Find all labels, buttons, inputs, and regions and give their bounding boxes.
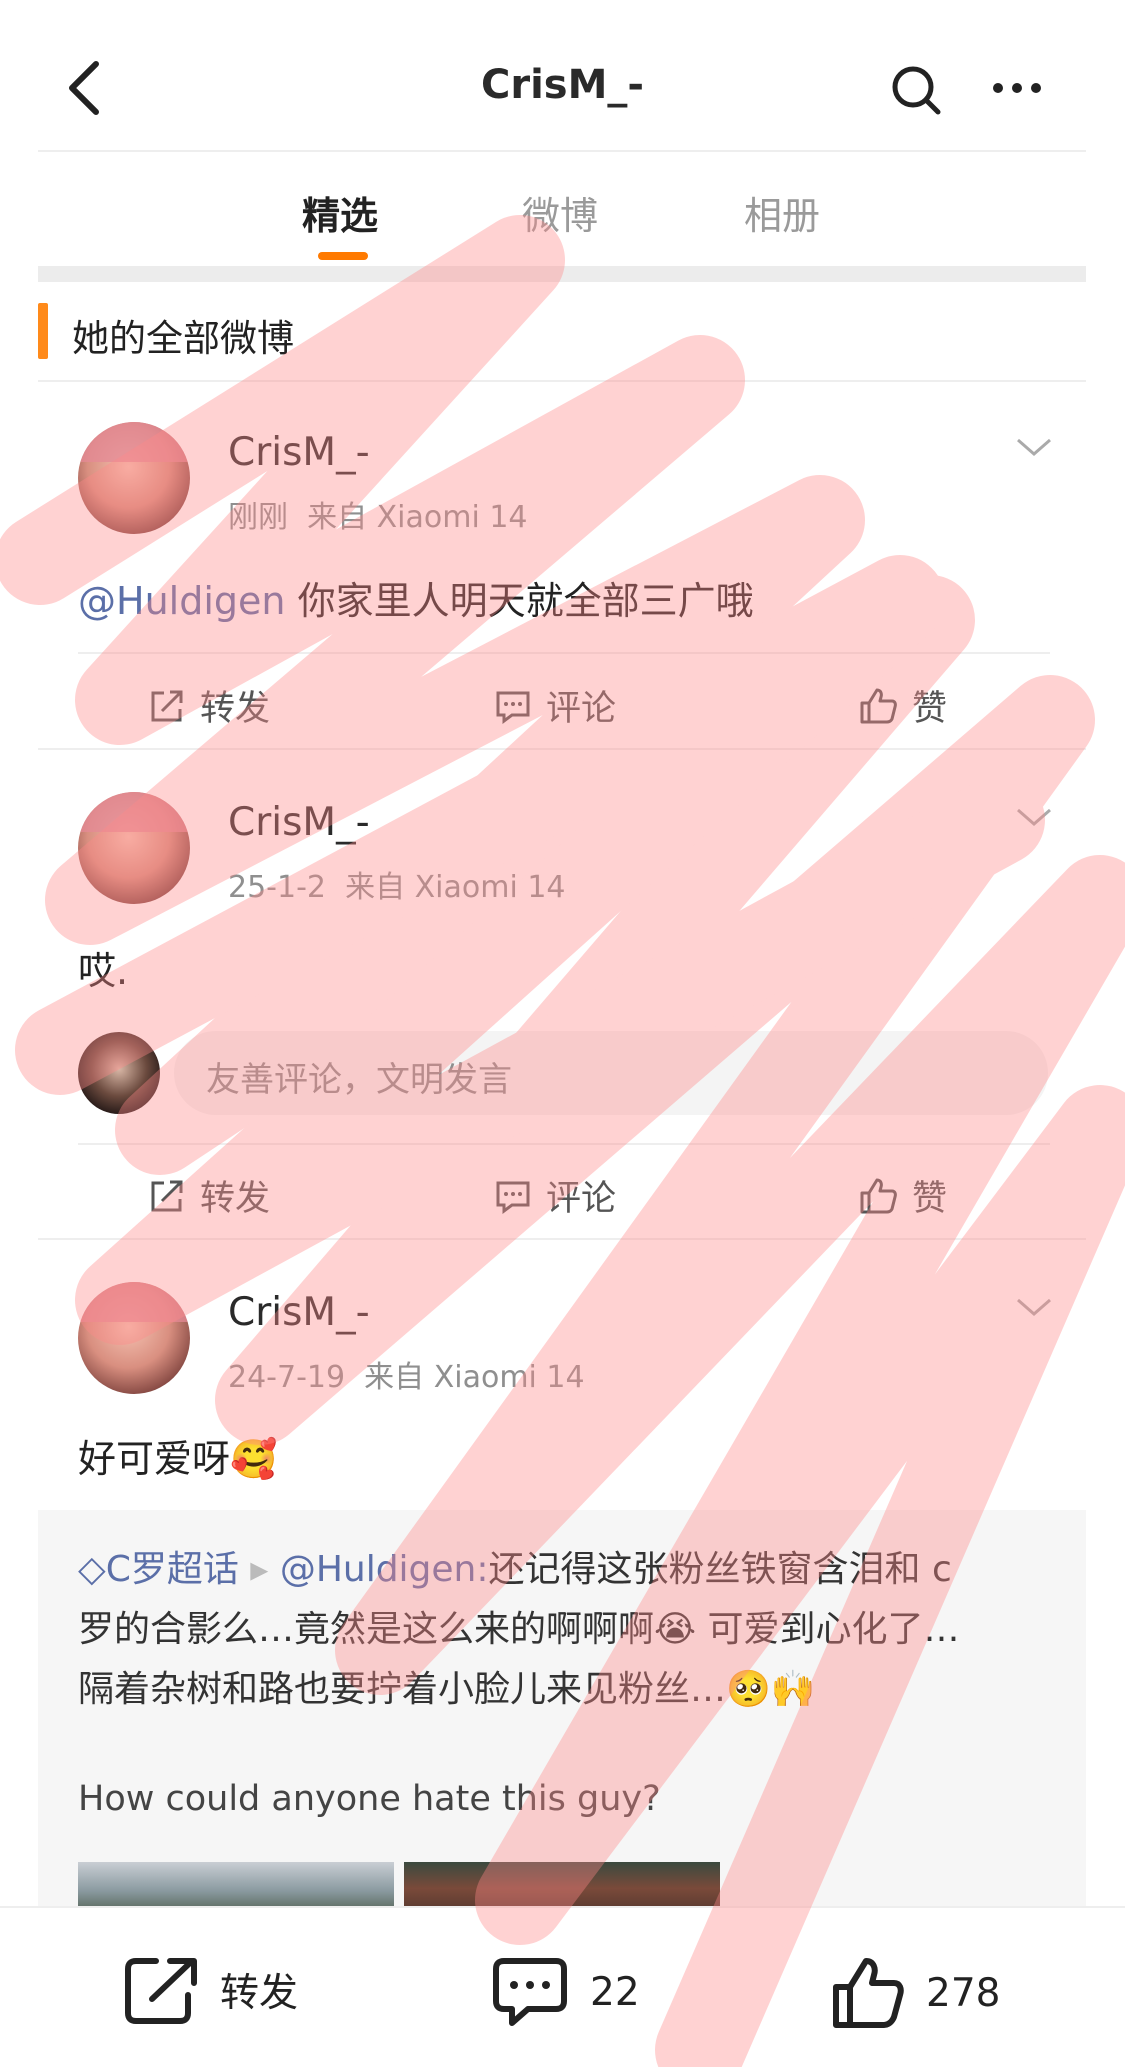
tab-featured[interactable]: 精选 bbox=[302, 185, 378, 240]
post-text: 好可爱呀🥰 bbox=[78, 1437, 278, 1481]
section-title: 她的全部微博 bbox=[72, 317, 294, 360]
post-source: 来自 Xiaomi 14 bbox=[345, 870, 566, 905]
comment-placeholder: 友善评论，文明发言 bbox=[206, 1060, 512, 1100]
post-source: 来自 Xiaomi 14 bbox=[364, 1360, 585, 1395]
section-divider bbox=[38, 380, 1086, 382]
post-text: 哎. bbox=[78, 949, 129, 993]
post-text: @Huldigen 你家里人明天就全部三广哦 bbox=[78, 570, 754, 625]
post-meta: 25-1-2 来自 Xiaomi 14 bbox=[228, 862, 566, 906]
repost-image[interactable] bbox=[78, 1862, 394, 1910]
repost-label: 转发 bbox=[200, 1179, 271, 1219]
repost-line-2: 罗的合影么…竟然是这么来的啊啊啊😭 可爱到心化了… bbox=[78, 1609, 960, 1650]
supertopic-label: C罗超话 bbox=[105, 1549, 239, 1590]
post-source: 来自 Xiaomi 14 bbox=[307, 500, 528, 535]
mention-link[interactable]: @Huldigen: bbox=[280, 1549, 489, 1590]
chevron-down-icon[interactable] bbox=[1016, 807, 1052, 827]
repost-line-3: 隔着杂树和路也要拧着小脸儿来见粉丝…🥺🙌 bbox=[78, 1669, 816, 1710]
post-author[interactable]: CrisM_- bbox=[228, 430, 370, 475]
post-meta: 24-7-19 来自 Xiaomi 14 bbox=[228, 1352, 585, 1396]
active-tab-indicator bbox=[318, 252, 368, 260]
bottom-comment-button[interactable]: 22 bbox=[490, 1955, 640, 2029]
header-divider bbox=[38, 150, 1086, 152]
repost-button[interactable]: 转发 bbox=[148, 680, 270, 731]
post-divider bbox=[78, 652, 1050, 654]
supertopic-link[interactable]: ◇C罗超话 bbox=[78, 1549, 239, 1590]
post-separator bbox=[38, 1238, 1086, 1240]
search-icon[interactable] bbox=[890, 64, 942, 116]
comment-count: 22 bbox=[590, 1969, 640, 2015]
page-title: CrisM_- bbox=[480, 62, 644, 108]
like-button[interactable]: 赞 bbox=[858, 1170, 947, 1221]
post-time: 25-1-2 bbox=[228, 870, 326, 905]
avatar[interactable] bbox=[78, 1282, 190, 1394]
comment-label: 评论 bbox=[546, 1179, 617, 1219]
bottom-repost-button[interactable]: 转发 bbox=[124, 1955, 298, 2025]
post-time: 24-7-19 bbox=[228, 1360, 346, 1395]
section-separator bbox=[38, 266, 1086, 282]
repost-button[interactable]: 转发 bbox=[148, 1170, 270, 1221]
share-icon bbox=[125, 1958, 197, 2024]
section-accent-bar bbox=[38, 303, 48, 359]
tab-album[interactable]: 相册 bbox=[744, 185, 820, 240]
share-icon bbox=[151, 690, 183, 721]
bottom-like-button[interactable]: 278 bbox=[830, 1955, 1000, 2031]
like-count: 278 bbox=[926, 1970, 1001, 2016]
repost-label: 转发 bbox=[200, 689, 271, 729]
like-label: 赞 bbox=[912, 1179, 948, 1219]
thumbs-up-icon bbox=[860, 688, 897, 723]
comment-button[interactable]: 评论 bbox=[494, 680, 616, 731]
comment-button[interactable]: 评论 bbox=[494, 1170, 616, 1221]
top-bar: CrisM_- bbox=[0, 0, 1125, 150]
repost-image[interactable] bbox=[404, 1862, 720, 1910]
chevron-down-icon[interactable] bbox=[1016, 437, 1052, 457]
post-time: 刚刚 bbox=[228, 500, 288, 535]
repost-line-1: ◇C罗超话 ▸ @Huldigen:还记得这张粉丝铁窗含泪和 c bbox=[78, 1540, 1058, 1600]
avatar[interactable] bbox=[78, 422, 190, 534]
comment-icon bbox=[496, 691, 530, 724]
thumbs-up-icon bbox=[860, 1178, 897, 1213]
tab-weibo[interactable]: 微博 bbox=[522, 185, 598, 240]
post-body: 你家里人明天就全部三广哦 bbox=[285, 579, 754, 623]
thumbs-up-icon bbox=[833, 1958, 904, 2028]
like-label: 赞 bbox=[912, 689, 948, 729]
post-meta: 刚刚 来自 Xiaomi 14 bbox=[228, 492, 528, 536]
post-author[interactable]: CrisM_- bbox=[228, 1290, 370, 1335]
diamond-icon: ◇ bbox=[78, 1549, 106, 1590]
mention-link[interactable]: @Huldigen bbox=[78, 579, 285, 623]
my-avatar bbox=[78, 1032, 160, 1114]
post-separator bbox=[38, 748, 1086, 750]
comment-icon bbox=[496, 1181, 530, 1214]
bottom-repost-label: 转发 bbox=[220, 1971, 299, 2016]
post-divider bbox=[78, 1143, 1050, 1145]
chevron-down-icon[interactable] bbox=[1016, 1297, 1052, 1317]
avatar[interactable] bbox=[78, 792, 190, 904]
share-icon bbox=[151, 1180, 183, 1211]
post-author[interactable]: CrisM_- bbox=[228, 800, 370, 845]
caret-right-icon: ▸ bbox=[250, 1549, 269, 1590]
repost-text: ◇C罗超话 ▸ @Huldigen:还记得这张粉丝铁窗含泪和 c 罗的合影么…竟… bbox=[78, 1540, 1058, 1720]
comment-icon bbox=[493, 1958, 567, 2026]
repost-line-1-text: 还记得这张粉丝铁窗含泪和 c bbox=[488, 1549, 952, 1590]
like-button[interactable]: 赞 bbox=[858, 680, 947, 731]
more-icon[interactable] bbox=[992, 78, 1042, 98]
comment-label: 评论 bbox=[546, 689, 617, 729]
repost-english-text: How could anyone hate this guy? bbox=[78, 1779, 661, 1819]
